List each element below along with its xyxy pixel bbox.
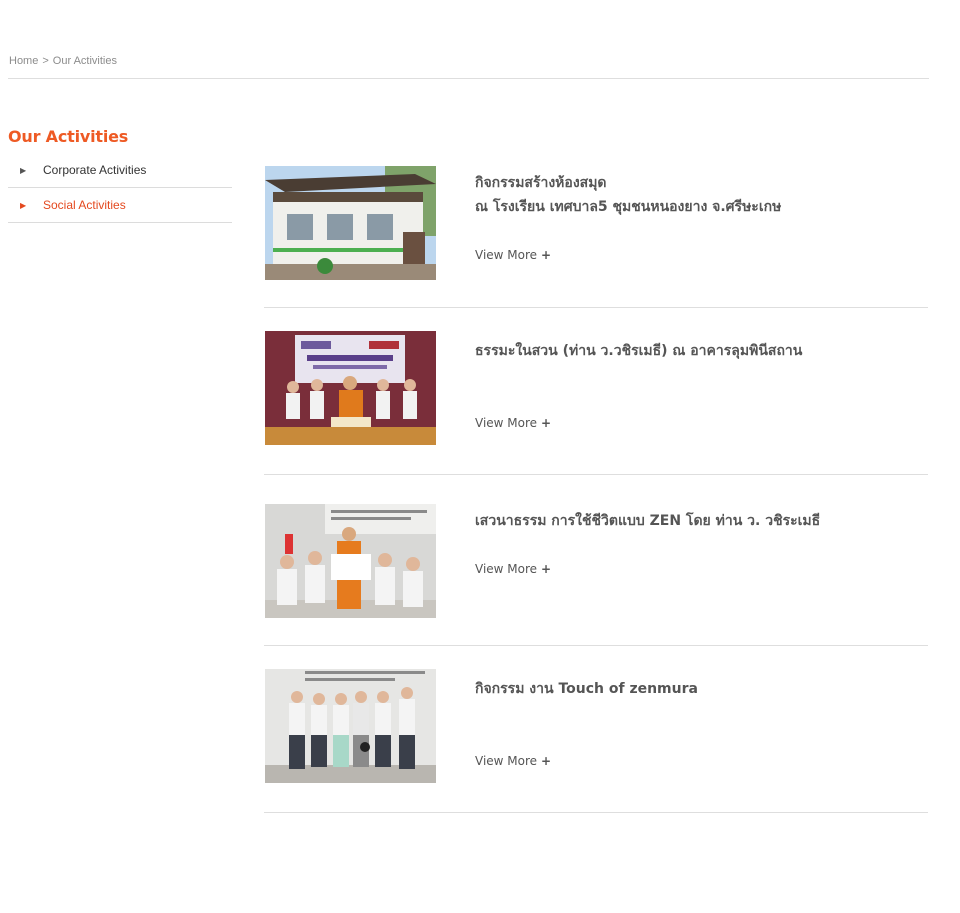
caret-right-icon: ▶: [20, 200, 27, 210]
breadcrumb-current: Our Activities: [52, 55, 117, 67]
activity-item: กิจกรรม งาน Touch of zenmura View More +: [264, 669, 928, 813]
school-building-photo[interactable]: [265, 166, 436, 280]
zenmura-group-photo[interactable]: [265, 669, 436, 783]
zen-talk-image: [265, 504, 436, 618]
sidebar-item-label: Corporate Activities: [43, 163, 147, 177]
plus-icon: +: [541, 754, 552, 768]
view-more-label: View More: [475, 562, 538, 576]
view-more-link[interactable]: View More +: [475, 248, 551, 262]
activity-title[interactable]: เสวนาธรรม การใช้ชีวิตแบบ ZEN โดย ท่าน ว.…: [475, 509, 915, 533]
sidebar: Our Activities ▶ Corporate Activities ▶ …: [8, 127, 232, 223]
caret-right-icon: ▶: [20, 165, 27, 175]
header-divider: [8, 78, 929, 79]
breadcrumb-separator: >: [42, 55, 49, 67]
monk-group-photo[interactable]: [265, 331, 436, 445]
view-more-label: View More: [475, 416, 538, 430]
breadcrumb-home-link[interactable]: Home: [9, 55, 38, 67]
activity-title[interactable]: กิจกรรม งาน Touch of zenmura: [475, 677, 915, 701]
activity-title[interactable]: กิจกรรมสร้างห้องสมุด ณ โรงเรียน เทศบาล5 …: [475, 171, 915, 219]
sidebar-item-social-activities[interactable]: ▶ Social Activities: [8, 188, 232, 223]
activity-title[interactable]: ธรรมะในสวน (ท่าน ว.วชิรเมธี) ณ อาคารลุมพ…: [475, 339, 915, 363]
plus-icon: +: [541, 248, 552, 262]
view-more-label: View More: [475, 754, 538, 768]
activity-item: ธรรมะในสวน (ท่าน ว.วชิรเมธี) ณ อาคารลุมพ…: [264, 331, 928, 475]
zen-talk-photo[interactable]: [265, 504, 436, 618]
sidebar-item-label: Social Activities: [43, 198, 126, 212]
activity-title-line: กิจกรรม งาน Touch of zenmura: [475, 681, 698, 697]
activity-title-line: ณ โรงเรียน เทศบาล5 ชุมชนหนองยาง จ.ศรีษะเ…: [475, 199, 782, 215]
plus-icon: +: [541, 562, 552, 576]
monk-group-image: [265, 331, 436, 445]
view-more-link[interactable]: View More +: [475, 754, 551, 768]
activity-title-line: กิจกรรมสร้างห้องสมุด: [475, 175, 607, 191]
activity-title-line: เสวนาธรรม การใช้ชีวิตแบบ ZEN โดย ท่าน ว.…: [475, 513, 821, 529]
view-more-link[interactable]: View More +: [475, 562, 551, 576]
activity-item: กิจกรรมสร้างห้องสมุด ณ โรงเรียน เทศบาล5 …: [264, 166, 928, 308]
zenmura-group-image: [265, 669, 436, 783]
breadcrumb: Home > Our Activities: [9, 55, 117, 67]
view-more-link[interactable]: View More +: [475, 416, 551, 430]
sidebar-title: Our Activities: [8, 127, 129, 146]
activity-item: เสวนาธรรม การใช้ชีวิตแบบ ZEN โดย ท่าน ว.…: [264, 504, 928, 646]
view-more-label: View More: [475, 248, 538, 262]
school-building-image: [265, 166, 436, 280]
activity-title-line: ธรรมะในสวน (ท่าน ว.วชิรเมธี) ณ อาคารลุมพ…: [475, 343, 803, 359]
sidebar-item-corporate-activities[interactable]: ▶ Corporate Activities: [8, 153, 232, 188]
plus-icon: +: [541, 416, 552, 430]
